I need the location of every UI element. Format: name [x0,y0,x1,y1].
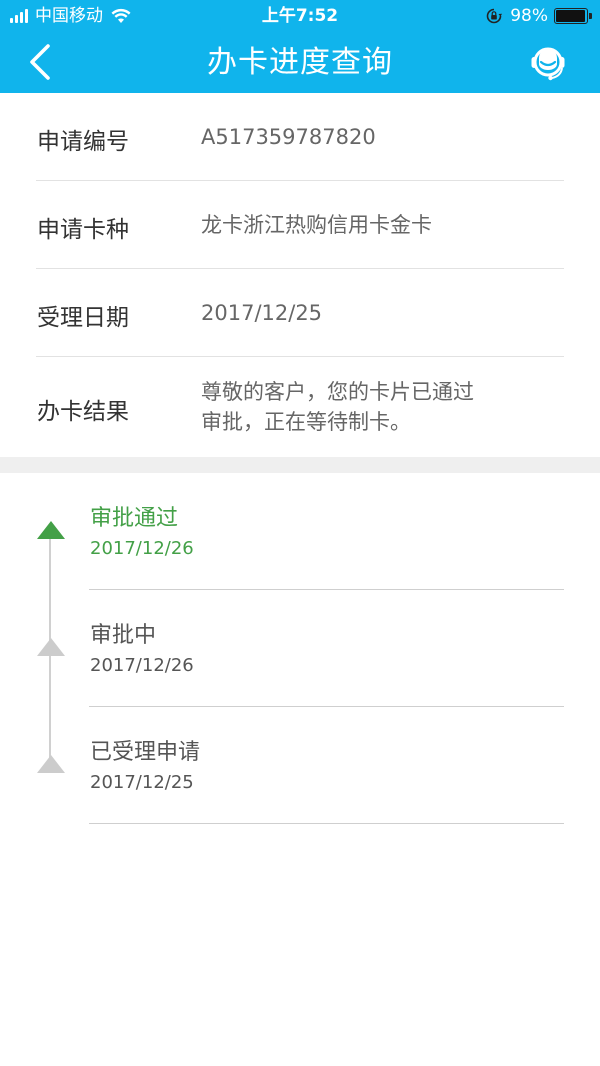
info-row-card-type: 申请卡种 龙卡浙江热购信用卡金卡 [36,181,564,269]
timeline-item-date: 2017/12/26 [90,655,194,676]
info-value: 龙卡浙江热购信用卡金卡 [201,213,432,237]
timeline-item-title: 审批通过 [90,506,179,531]
page-title: 办卡进度查询 [207,45,393,80]
battery-percent: 98% [510,6,548,26]
info-value-line2: 审批，正在等待制卡。 [201,410,411,434]
nav-bar: 办卡进度查询 [0,32,600,93]
rotation-lock-icon [486,8,503,24]
timeline-item-accepted: 已受理申请 2017/12/25 [89,707,564,824]
timeline-item-in-review: 审批中 2017/12/26 [89,590,564,707]
timeline-item-approved: 审批通过 2017/12/26 [89,473,564,590]
timeline-item-title: 审批中 [90,623,157,648]
app-header: 中国移动 上午7:52 98% 办卡进度查询 [0,0,600,93]
info-label: 办卡结果 [37,399,129,425]
timeline-item-date: 2017/12/26 [90,538,194,559]
status-bar: 中国移动 上午7:52 98% [0,0,600,32]
info-label: 申请编号 [37,129,129,155]
timeline-item-date: 2017/12/25 [90,772,194,793]
info-value-line1: 尊敬的客户，您的卡片已通过 [201,380,474,404]
info-value: A517359787820 [201,125,376,149]
timeline-marker-icon [37,755,65,773]
customer-service-icon[interactable] [528,42,568,82]
info-row-application-number: 申请编号 A517359787820 [36,93,564,181]
info-row-result: 办卡结果 尊敬的客户，您的卡片已通过 审批，正在等待制卡。 [36,357,564,457]
status-right: 98% [486,0,592,32]
section-divider [0,457,600,473]
timeline-item-title: 已受理申请 [90,740,201,765]
info-label: 申请卡种 [37,217,129,243]
info-label: 受理日期 [37,305,129,331]
timeline-marker-icon [37,638,65,656]
timeline-marker-icon [37,521,65,539]
info-value: 2017/12/25 [201,301,323,325]
info-row-accept-date: 受理日期 2017/12/25 [36,269,564,357]
battery-icon [554,8,592,24]
